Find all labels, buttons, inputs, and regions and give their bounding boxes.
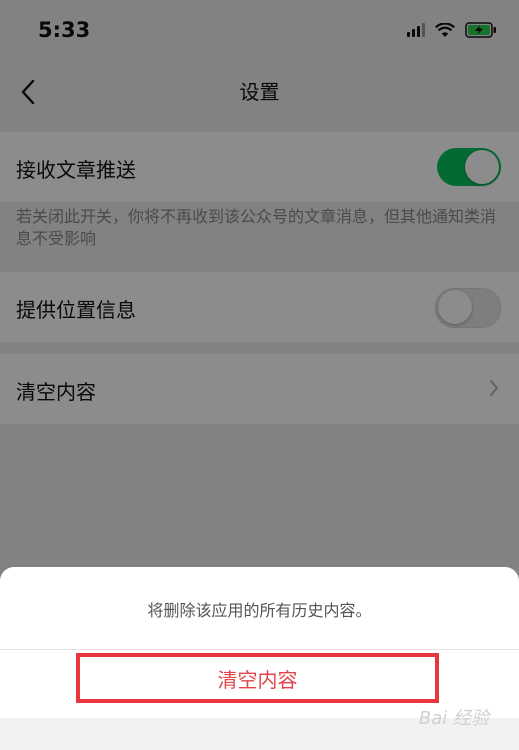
action-sheet-message: 将删除该应用的所有历史内容。: [147, 601, 372, 620]
clear-content-button-label: 清空内容: [217, 667, 298, 692]
watermark: Bai 经验: [418, 708, 489, 729]
divider: [0, 649, 519, 650]
clear-content-button[interactable]: 清空内容: [76, 653, 439, 703]
